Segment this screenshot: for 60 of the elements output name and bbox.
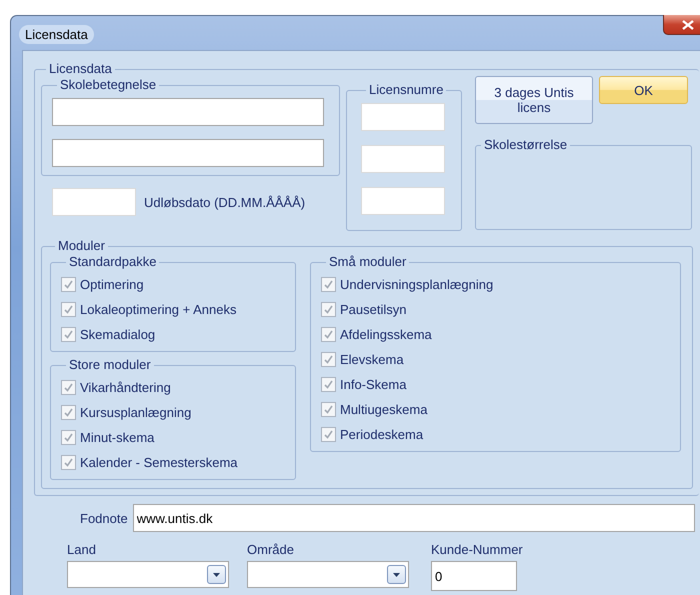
group-title: Moduler — [57, 239, 106, 253]
checkbox-label: Multiugeskema — [340, 402, 428, 417]
checkbox-label: Lokaleoptimering + Anneks — [80, 302, 236, 317]
check-icon — [63, 432, 74, 443]
number-field[interactable]: 0 — [431, 561, 517, 591]
checkbox-label: Periodeskema — [340, 427, 424, 442]
check-icon — [63, 279, 74, 290]
check-icon — [63, 382, 74, 393]
checkbox-label: Vikarhåndtering — [80, 380, 171, 395]
dropdown-field[interactable] — [247, 561, 409, 588]
text-field[interactable] — [361, 103, 445, 131]
window-title: Licensdata — [19, 25, 94, 44]
dropdown-field[interactable] — [67, 561, 229, 588]
license-button[interactable]: 3 dages Untis licens — [475, 76, 593, 124]
close-button[interactable] — [663, 15, 700, 35]
group-title: Skolebetegnelse — [59, 78, 158, 92]
close-icon — [682, 20, 694, 30]
ok-button[interactable]: OK — [599, 76, 688, 104]
check-icon — [323, 404, 334, 415]
checkbox-label: Elevskema — [340, 352, 404, 367]
checkbox-label: Kalender - Semesterskema — [80, 455, 238, 470]
checkbox-label: Minut-skema — [80, 430, 154, 445]
check-icon — [63, 329, 74, 340]
checkbox-label: Kursusplanlægning — [80, 405, 192, 420]
field-label: Udløbsdato (DD.MM.ÅÅÅÅ) — [144, 194, 306, 210]
field-label: Land — [67, 542, 97, 557]
group-title: Skolestørrelse — [483, 138, 568, 152]
checkbox-label: Optimering — [80, 277, 144, 292]
checkbox-label: Undervisningsplanlægning — [340, 277, 494, 292]
checkbox-label: Pausetilsyn — [340, 302, 406, 317]
dropdown-button[interactable] — [387, 565, 406, 584]
group-title: Licensdata — [48, 62, 113, 76]
text-field[interactable] — [361, 145, 445, 173]
checkbox-label: Info-Skema — [340, 377, 406, 392]
check-icon — [323, 354, 334, 365]
check-icon — [323, 304, 334, 315]
dropdown-button[interactable] — [207, 565, 226, 584]
group-title: Standardpakke — [68, 255, 158, 269]
text-field[interactable]: www.untis.dk — [132, 504, 695, 532]
text-field[interactable] — [52, 139, 324, 167]
checkbox-label: Afdelingsskema — [340, 327, 432, 342]
group-title: Små moduler — [328, 255, 408, 269]
check-icon — [323, 379, 334, 390]
field-label: Kunde-Nummer — [431, 542, 523, 557]
check-icon — [323, 279, 334, 290]
check-icon — [63, 407, 74, 418]
group-title: Store moduler — [68, 358, 152, 372]
check-icon — [63, 304, 74, 315]
text-field[interactable] — [361, 187, 445, 215]
check-icon — [323, 329, 334, 340]
text-field[interactable] — [52, 98, 324, 126]
field-label: Fodnote — [80, 510, 128, 526]
group-title: Licensnumre — [368, 83, 444, 97]
caret-icon — [393, 572, 400, 576]
checkbox-label: Skemadialog — [80, 327, 156, 342]
field-label: Område — [247, 542, 295, 557]
check-icon — [323, 429, 334, 440]
check-icon — [63, 457, 74, 468]
date-field[interactable] — [52, 188, 136, 216]
caret-icon — [213, 572, 220, 576]
